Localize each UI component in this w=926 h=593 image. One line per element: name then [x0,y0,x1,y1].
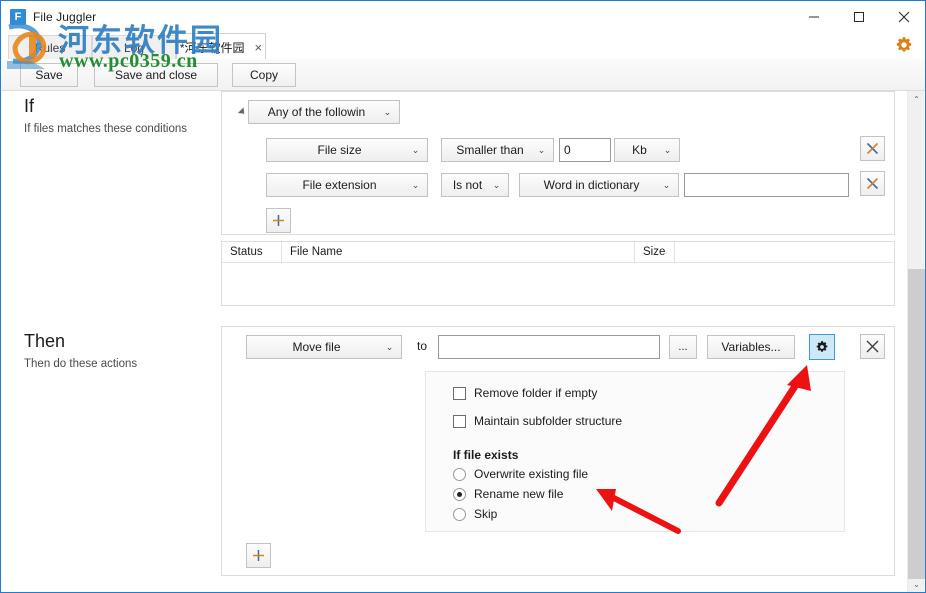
rule-editor-content: If If files matches these conditions Any… [2,91,909,592]
checkbox-box[interactable] [453,414,466,428]
chevron-down-icon: ⌄ [662,179,671,190]
file-juggler-window: F File Juggler Rules Log *河东软件园 × Save S… [0,0,926,593]
checkbox-box[interactable] [453,386,466,400]
chevron-down-icon: ⌄ [663,144,672,155]
then-subtitle: Then do these actions [24,358,138,370]
if-file-exists-label: If file exists [453,448,519,462]
tab-label: Log [123,40,145,55]
file-preview-table[interactable]: Status File Name Size [221,241,895,306]
condition-field-value: File extension [302,178,377,192]
condition-field-dropdown[interactable]: File size ⌄ [266,138,428,162]
then-actions-panel: Move file ⌄ to ... Variables... Remove f… [221,326,895,576]
chevron-down-icon: ⌄ [411,179,420,190]
close-icon[interactable] [881,2,925,32]
toolbar: Save Save and close Copy [2,59,925,91]
radio-label: Overwrite existing file [474,467,589,481]
chevron-down-icon: ⌄ [383,106,392,117]
remove-folder-if-empty-checkbox[interactable]: Remove folder if empty [453,386,597,400]
window-controls [791,2,925,32]
delete-condition-button[interactable] [860,171,885,196]
action-options-box: Remove folder if empty Maintain subfolde… [425,371,845,532]
chevron-down-icon: ⌄ [537,144,546,155]
scroll-down-icon[interactable]: ⌄ [908,576,925,592]
match-mode-value: Any of the followin [267,105,366,119]
checkbox-label: Remove folder if empty [474,386,598,400]
condition-field-value: File size [317,143,362,157]
condition-value: 0 [564,143,571,157]
chevron-down-icon: ⌄ [492,179,501,190]
action-settings-gear-button[interactable] [809,334,835,360]
app-icon: F [10,9,26,25]
then-section-label: Then Then do these actions [24,331,224,373]
column-header-size[interactable]: Size [635,242,675,262]
if-conditions-panel: Any of the followin ⌄ File size ⌄ Smalle… [221,91,895,235]
table-header-row: Status File Name Size [222,242,894,263]
radio-label: Rename new file [474,487,564,501]
condition-source-value: Word in dictionary [543,178,640,192]
action-type-dropdown[interactable]: Move file ⌄ [246,335,402,359]
condition-text-input[interactable] [684,173,849,197]
add-action-button[interactable] [246,543,271,568]
browse-button[interactable]: ... [669,335,697,359]
chevron-down-icon: ⌄ [411,144,420,155]
tab-label: Rules [34,40,66,55]
condition-operator-dropdown[interactable]: Smaller than ⌄ [441,138,554,162]
if-subtitle: If files matches these conditions [24,123,187,135]
maintain-subfolder-structure-checkbox[interactable]: Maintain subfolder structure [453,414,622,428]
collapse-triangle-icon[interactable] [237,107,248,117]
column-header-filler [675,242,894,262]
radio-overwrite-existing-file[interactable]: Overwrite existing file [453,467,588,481]
condition-unit-value: Kb [632,143,647,157]
delete-condition-button[interactable] [860,136,885,161]
title-bar: F File Juggler [2,2,925,32]
maximize-icon[interactable] [836,2,881,32]
condition-field-dropdown[interactable]: File extension ⌄ [266,173,428,197]
minimize-icon[interactable] [791,2,836,32]
tab-rule-editor[interactable]: *河东软件园 × [176,33,266,60]
condition-source-dropdown[interactable]: Word in dictionary ⌄ [519,173,679,197]
if-title: If [24,96,35,116]
radio-label: Skip [474,507,498,521]
delete-action-button[interactable] [860,334,885,359]
destination-label: to [417,339,428,353]
radio-button[interactable] [453,487,466,501]
radio-rename-new-file[interactable]: Rename new file [453,487,563,501]
condition-operator-value: Is not [452,178,483,192]
add-condition-button[interactable] [266,208,291,233]
vertical-scrollbar[interactable]: ⌃ ⌄ [907,91,925,592]
condition-value-input[interactable]: 0 [559,138,611,162]
checkbox-label: Maintain subfolder structure [474,414,623,428]
tab-log[interactable]: Log [92,35,176,59]
tab-rules[interactable]: Rules [8,35,92,59]
copy-button[interactable]: Copy [232,63,296,87]
radio-button[interactable] [453,507,466,521]
chevron-down-icon: ⌄ [385,341,394,352]
destination-input[interactable] [438,335,660,359]
column-header-status[interactable]: Status [222,242,282,262]
condition-operator-dropdown[interactable]: Is not ⌄ [441,173,509,197]
radio-button[interactable] [453,467,466,481]
window-title: File Juggler [33,10,97,24]
scroll-up-icon[interactable]: ⌃ [908,91,925,108]
scrollbar-thumb[interactable] [908,269,925,579]
column-header-file-name[interactable]: File Name [282,242,635,262]
match-mode-dropdown[interactable]: Any of the followin ⌄ [248,100,400,124]
then-title: Then [24,331,66,351]
save-button[interactable]: Save [20,63,78,87]
tab-strip: Rules Log *河东软件园 × [2,32,925,60]
condition-operator-value: Smaller than [456,143,524,157]
if-section-label: If If files matches these conditions [24,96,224,138]
action-type-value: Move file [292,340,341,354]
save-and-close-button[interactable]: Save and close [94,63,218,87]
radio-skip[interactable]: Skip [453,507,497,521]
condition-unit-dropdown[interactable]: Kb ⌄ [614,138,680,162]
variables-button[interactable]: Variables... [707,335,795,359]
tab-label: *河东软件园 [179,40,245,55]
tab-close-icon[interactable]: × [255,41,263,54]
